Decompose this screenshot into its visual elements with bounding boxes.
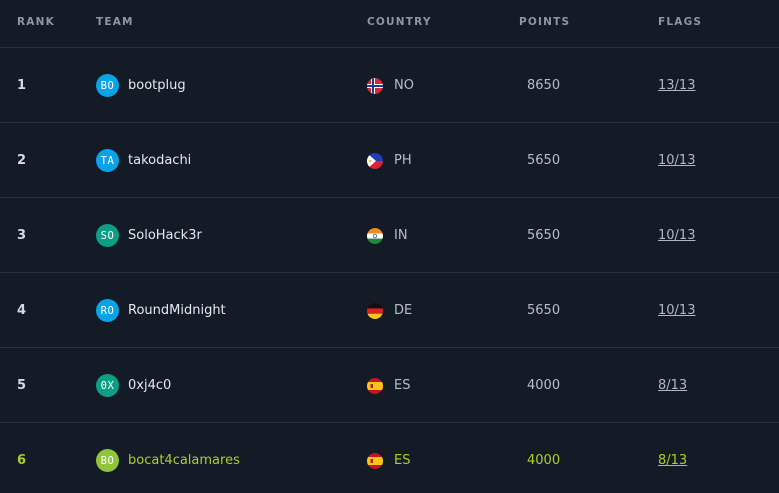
- table-row[interactable]: 3 SO SoloHack3r IN 5650 10/13: [0, 198, 779, 273]
- team-cell: TA takodachi: [96, 123, 191, 198]
- team-avatar[interactable]: TA: [96, 149, 119, 172]
- team-cell: RO RoundMidnight: [96, 273, 226, 348]
- table-row[interactable]: 4 RO RoundMidnight DE 5650 10/13: [0, 273, 779, 348]
- rank-cell: 2: [17, 153, 27, 168]
- rank-cell: 6: [17, 453, 27, 468]
- flags-solved-link[interactable]: 13/13: [658, 48, 695, 123]
- team-avatar[interactable]: SO: [96, 224, 119, 247]
- country-cell: PH: [367, 123, 412, 198]
- team-name-link[interactable]: SoloHack3r: [128, 228, 202, 243]
- flags-solved-link[interactable]: 10/13: [658, 123, 695, 198]
- team-cell: SO SoloHack3r: [96, 198, 202, 273]
- country-cell: DE: [367, 273, 412, 348]
- team-cell: BO bootplug: [96, 48, 186, 123]
- column-header-points[interactable]: POINTS: [519, 16, 570, 28]
- table-row-current-team[interactable]: 6 BO bocat4calamares ES 4000 8/13: [0, 423, 779, 493]
- points-value: 5650: [527, 153, 561, 168]
- country-code: NO: [394, 78, 414, 93]
- team-cell: BO bocat4calamares: [96, 423, 240, 493]
- country-cell: IN: [367, 198, 408, 273]
- country-code: ES: [394, 378, 411, 393]
- column-header-rank[interactable]: RANK: [17, 16, 55, 28]
- team-name-link[interactable]: takodachi: [128, 153, 191, 168]
- table-row[interactable]: 1 BO bootplug NO 8650 13/13: [0, 48, 779, 123]
- team-name-link[interactable]: RoundMidnight: [128, 303, 226, 318]
- team-name-link[interactable]: bootplug: [128, 78, 186, 93]
- points-value: 5650: [527, 228, 561, 243]
- team-avatar[interactable]: BO: [96, 74, 119, 97]
- rank-cell: 3: [17, 228, 27, 243]
- country-cell: ES: [367, 423, 410, 493]
- india-flag-icon: [367, 227, 383, 244]
- spain-flag-icon: [367, 452, 383, 469]
- germany-flag-icon: [367, 302, 383, 319]
- rank-cell: 4: [17, 303, 27, 318]
- country-code: PH: [394, 153, 412, 168]
- column-header-country[interactable]: COUNTRY: [367, 16, 432, 28]
- team-avatar[interactable]: 0X: [96, 374, 119, 397]
- country-code: IN: [394, 228, 408, 243]
- norway-flag-icon: [367, 77, 383, 94]
- points-value: 4000: [527, 378, 561, 393]
- country-code: ES: [394, 453, 411, 468]
- team-avatar[interactable]: BO: [96, 449, 119, 472]
- philippines-flag-icon: [367, 152, 383, 169]
- points-value: 5650: [527, 303, 561, 318]
- table-row[interactable]: 5 0X 0xj4c0 ES 4000 8/13: [0, 348, 779, 423]
- country-cell: ES: [367, 348, 410, 423]
- team-name-link[interactable]: bocat4calamares: [128, 453, 240, 468]
- column-header-flags[interactable]: FLAGS: [658, 16, 702, 28]
- rank-cell: 1: [17, 78, 27, 93]
- rank-cell: 5: [17, 378, 27, 393]
- flags-solved-link[interactable]: 8/13: [658, 348, 687, 423]
- scoreboard-table: RANK TEAM COUNTRY POINTS FLAGS 1 BO boot…: [0, 0, 779, 493]
- team-name-link[interactable]: 0xj4c0: [128, 378, 171, 393]
- table-row[interactable]: 2 TA takodachi PH 5650 10/13: [0, 123, 779, 198]
- country-code: DE: [394, 303, 413, 318]
- country-cell: NO: [367, 48, 414, 123]
- team-avatar[interactable]: RO: [96, 299, 119, 322]
- column-header-team[interactable]: TEAM: [96, 16, 134, 28]
- points-value: 8650: [527, 78, 561, 93]
- team-cell: 0X 0xj4c0: [96, 348, 171, 423]
- spain-flag-icon: [367, 377, 383, 394]
- points-value: 4000: [527, 453, 561, 468]
- flags-solved-link[interactable]: 8/13: [658, 423, 687, 493]
- table-header: RANK TEAM COUNTRY POINTS FLAGS: [0, 0, 779, 48]
- flags-solved-link[interactable]: 10/13: [658, 273, 695, 348]
- flags-solved-link[interactable]: 10/13: [658, 198, 695, 273]
